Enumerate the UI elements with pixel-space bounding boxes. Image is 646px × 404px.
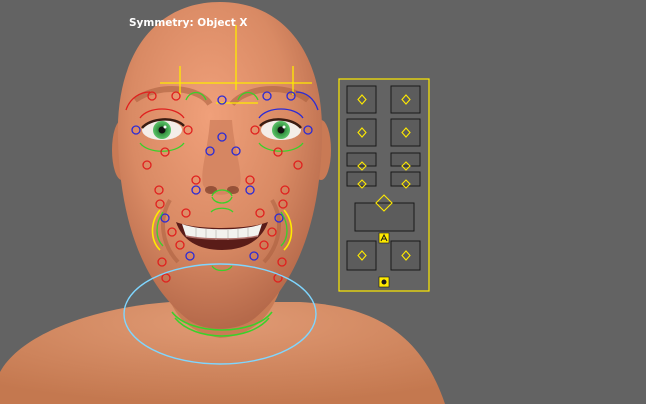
picker-slot-cheek-lower-r[interactable] [391, 172, 420, 186]
picker-slot-brow-l[interactable] [347, 86, 376, 113]
3d-viewport[interactable]: Symmetry: Object X [0, 0, 646, 404]
scene-svg [0, 2, 445, 404]
picker-slot-brow-r[interactable] [391, 86, 420, 113]
picker-slot-mouth[interactable] [355, 203, 414, 231]
mouth-picker-icon [378, 232, 390, 244]
picker-slot-cheek-lower-l[interactable] [347, 172, 376, 186]
picker-slot-jaw-l[interactable] [347, 241, 376, 270]
picker-slot-eye-r[interactable] [391, 119, 420, 146]
picker-slot-eye-l[interactable] [347, 119, 376, 146]
picker-slot-cheek-upper-r[interactable] [391, 153, 420, 166]
neck-picker-icon [378, 276, 390, 288]
picker-slot-jaw-r[interactable] [391, 241, 420, 270]
symmetry-hud-label: Symmetry: Object X [129, 17, 248, 29]
picker-slot-cheek-upper-l[interactable] [347, 153, 376, 166]
